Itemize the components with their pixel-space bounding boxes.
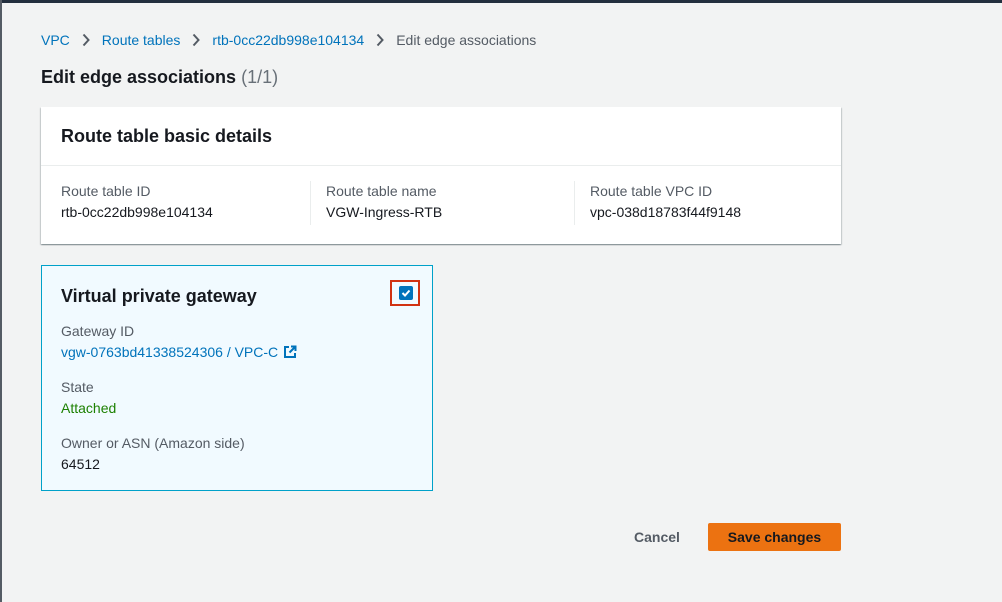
field-value: vpc-038d18783f44f9148 <box>590 204 742 220</box>
checkmark-icon <box>401 289 411 297</box>
page-title-text: Edit edge associations <box>41 67 237 87</box>
field-route-table-vpc-id: Route table VPC ID vpc-038d18783f44f9148 <box>590 181 741 225</box>
breadcrumb-route-tables[interactable]: Route tables <box>102 32 181 48</box>
page-title-count: (1/1) <box>241 67 279 87</box>
field-label: Route table VPC ID <box>590 183 713 199</box>
gateway-id-link-text: vgw-0763bd41338524306 / VPC-C <box>61 344 279 360</box>
breadcrumb-vpc[interactable]: VPC <box>41 32 70 48</box>
gateway-id-link[interactable]: vgw-0763bd41338524306 / VPC-C <box>61 341 297 363</box>
field-state: State Attached <box>61 377 116 419</box>
field-label: Gateway ID <box>61 323 135 339</box>
field-label: Owner or ASN (Amazon side) <box>61 435 245 451</box>
virtual-private-gateway-card[interactable]: Virtual private gateway Gateway ID vgw-0… <box>41 265 433 491</box>
column-divider <box>574 181 575 225</box>
chevron-right-icon <box>180 33 212 47</box>
field-value: 64512 <box>61 456 100 472</box>
field-value: VGW-Ingress-RTB <box>326 204 443 220</box>
top-navigation-bar <box>0 0 1002 3</box>
chevron-right-icon <box>70 33 102 47</box>
chevron-right-icon <box>364 33 396 47</box>
field-gateway-id: Gateway ID vgw-0763bd41338524306 / VPC-C <box>61 321 297 363</box>
details-card-header: Route table basic details <box>41 107 841 166</box>
field-owner-asn: Owner or ASN (Amazon side) 64512 <box>61 433 245 475</box>
route-table-details-card: Route table basic details Route table ID… <box>41 107 841 244</box>
field-label: Route table name <box>326 183 437 199</box>
breadcrumb-current: Edit edge associations <box>396 32 537 48</box>
details-card-title: Route table basic details <box>61 126 273 146</box>
column-divider <box>310 181 311 225</box>
field-value: rtb-0cc22db998e104134 <box>61 204 213 220</box>
field-label: Route table ID <box>61 183 151 199</box>
side-navigation-edge <box>0 0 2 602</box>
save-changes-button[interactable]: Save changes <box>708 523 841 551</box>
cancel-button[interactable]: Cancel <box>622 523 692 551</box>
field-route-table-name: Route table name VGW-Ingress-RTB <box>326 181 442 225</box>
state-status-text: Attached <box>61 400 117 416</box>
gateway-card-title: Virtual private gateway <box>61 286 257 306</box>
breadcrumb: VPC Route tables rtb-0cc22db998e104134 E… <box>41 30 536 50</box>
gateway-select-checkbox[interactable] <box>399 286 413 300</box>
breadcrumb-route-table-id[interactable]: rtb-0cc22db998e104134 <box>212 32 364 48</box>
page-title: Edit edge associations (1/1) <box>41 67 278 88</box>
field-label: State <box>61 379 94 395</box>
external-link-icon <box>283 345 297 359</box>
field-route-table-id: Route table ID rtb-0cc22db998e104134 <box>61 181 213 225</box>
